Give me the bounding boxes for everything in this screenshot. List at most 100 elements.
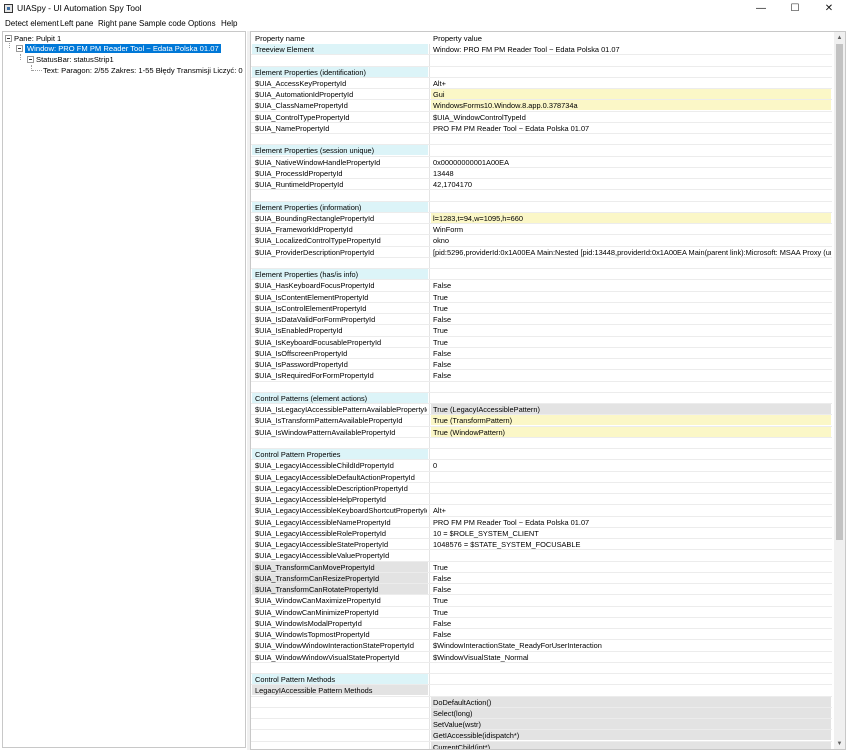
property-row[interactable]: $UIA_LocalizedControlTypePropertyId okno <box>251 235 832 247</box>
property-value: Alt+ <box>433 78 446 88</box>
close-button[interactable]: ✕ <box>812 0 846 17</box>
property-row[interactable]: $UIA_AutomationIdPropertyId Gui <box>251 89 832 101</box>
property-row[interactable]: $UIA_AccessKeyPropertyId Alt+ <box>251 78 832 89</box>
collapse-icon[interactable] <box>16 45 23 52</box>
property-row[interactable]: GetIAccessible(idispatch*) <box>251 730 832 742</box>
property-name: Control Pattern Properties <box>255 450 341 459</box>
menu-help[interactable]: Help <box>221 19 237 28</box>
collapse-icon[interactable] <box>5 35 12 42</box>
section-header-row[interactable]: Control Pattern Methods <box>251 674 832 686</box>
property-row[interactable]: $UIA_LegacyIAccessibleNamePropertyId PRO … <box>251 517 832 528</box>
property-row[interactable]: $UIA_IsEnabledPropertyId True <box>251 325 832 337</box>
property-row[interactable]: $UIA_WindowIsModalPropertyId False <box>251 618 832 629</box>
property-value: True (WindowPattern) <box>433 427 506 437</box>
section-header-row[interactable]: Element Properties (has/is info) <box>251 269 832 281</box>
tree-node-window[interactable]: Window: PRO FM PM Reader Tool ~ Edata Po… <box>16 43 221 54</box>
property-name: $UIA_IsTransformPatternAvailableProperty… <box>255 416 403 426</box>
menu-sample-code[interactable]: Sample code <box>139 19 186 28</box>
property-name: $UIA_LegacyIAccessibleChildIdPropertyId <box>255 461 394 471</box>
property-row[interactable]: $UIA_IsDataValidForFormPropertyId False <box>251 314 832 326</box>
element-tree-pane[interactable]: Pane: Pulpit 1 Window: PRO FM PM Reader … <box>2 31 246 748</box>
property-row[interactable]: $UIA_LegacyIAccessibleRolePropertyId 10 =… <box>251 528 832 539</box>
property-row[interactable]: $UIA_WindowWindowVisualStatePropertyId $W… <box>251 652 832 663</box>
property-row[interactable]: $UIA_ControlTypePropertyId $UIA_WindowCon… <box>251 112 832 123</box>
property-row[interactable]: $UIA_IsPasswordPropertyId False <box>251 359 832 371</box>
property-row[interactable]: $UIA_ProviderDescriptionPropertyId [pid:5… <box>251 247 832 258</box>
vertical-scrollbar[interactable]: ▲ ▼ <box>834 32 845 749</box>
collapse-icon[interactable] <box>27 56 34 63</box>
property-row[interactable]: $UIA_LegacyIAccessibleKeyboardShortcutPr… <box>251 505 832 517</box>
property-value: GetIAccessible(idispatch*) <box>433 731 520 741</box>
property-value: False <box>433 348 452 358</box>
property-row[interactable]: $UIA_ProcessIdPropertyId 13448 <box>251 168 832 179</box>
property-row[interactable] <box>251 55 832 67</box>
menu-options[interactable]: Options <box>188 19 216 28</box>
property-row[interactable]: $UIA_IsWindowPatternAvailablePropertyId T… <box>251 426 832 438</box>
menu-detect-element[interactable]: Detect element <box>5 19 59 28</box>
scroll-down-icon[interactable]: ▼ <box>834 738 845 749</box>
maximize-button[interactable]: ☐ <box>778 0 812 17</box>
property-row[interactable]: $UIA_NamePropertyId PRO FM PM Reader Tool… <box>251 123 832 134</box>
menu-right-pane[interactable]: Right pane <box>98 19 137 28</box>
section-header-row[interactable]: Element Properties (information) <box>251 201 832 213</box>
property-row[interactable]: $UIA_TransformCanMovePropertyId True <box>251 561 832 573</box>
property-row[interactable]: CurrentChild(int*) <box>251 741 832 749</box>
property-name: Element Properties (has/is info) <box>255 270 359 279</box>
property-row[interactable]: $UIA_BoundingRectanglePropertyId l=1283,t… <box>251 212 832 224</box>
property-row[interactable]: $UIA_IsOffscreenPropertyId False <box>251 348 832 359</box>
column-header-name[interactable]: Property name <box>255 34 305 43</box>
property-row[interactable] <box>251 134 832 146</box>
property-row[interactable]: $UIA_RuntimeIdPropertyId 42,1704170 <box>251 179 832 191</box>
property-row[interactable]: $UIA_LegacyIAccessibleStatePropertyId 104… <box>251 539 832 551</box>
property-row[interactable]: $UIA_WindowIsTopmostPropertyId False <box>251 629 832 641</box>
property-row[interactable]: $UIA_LegacyIAccessibleChildIdPropertyId 0 <box>251 460 832 472</box>
property-name: $UIA_WindowIsTopmostPropertyId <box>255 630 370 639</box>
property-row[interactable]: $UIA_IsContentElementPropertyId True <box>251 292 832 303</box>
scroll-up-icon[interactable]: ▲ <box>834 32 845 43</box>
property-row[interactable]: $UIA_WindowCanMaximizePropertyId True <box>251 595 832 607</box>
property-row[interactable]: $UIA_LegacyIAccessibleDefaultActionPrope… <box>251 472 832 483</box>
property-row[interactable] <box>251 190 832 202</box>
property-row[interactable]: $UIA_HasKeyboardFocusPropertyId False <box>251 280 832 292</box>
property-value: 10 = $ROLE_SYSTEM_CLIENT <box>433 528 539 538</box>
property-row[interactable]: $UIA_LegacyIAccessibleDescriptionPropert… <box>251 483 832 494</box>
section-header-row[interactable]: Control Patterns (element actions) <box>251 392 832 404</box>
property-value: 13448 <box>433 168 454 178</box>
menu-left-pane[interactable]: Left pane <box>60 19 93 28</box>
property-row[interactable]: $UIA_WindowCanMinimizePropertyId True <box>251 607 832 618</box>
property-row[interactable] <box>251 663 832 674</box>
section-header-row[interactable]: Control Pattern Properties <box>251 449 832 461</box>
property-row[interactable]: SetValue(wstr) <box>251 719 832 731</box>
minimize-button[interactable]: — <box>744 0 778 17</box>
scroll-thumb[interactable] <box>836 44 843 540</box>
section-header-row[interactable]: Element Properties (session unique) <box>251 145 832 157</box>
property-value: True <box>433 326 448 336</box>
section-header-row[interactable]: Element Properties (identification) <box>251 66 832 78</box>
property-row[interactable]: $UIA_IsLegacyIAccessiblePatternAvailable… <box>251 404 832 416</box>
property-row[interactable]: $UIA_IsControlElementPropertyId True <box>251 303 832 314</box>
property-name: $UIA_IsLegacyIAccessiblePatternAvailable… <box>255 405 427 414</box>
property-row[interactable]: $UIA_LegacyIAccessibleHelpPropertyId <box>251 494 832 506</box>
property-row[interactable]: LegacyIAccessible Pattern Methods <box>251 685 832 697</box>
property-row[interactable]: $UIA_NativeWindowHandlePropertyId 0x00000… <box>251 157 832 168</box>
property-row[interactable]: $UIA_LegacyIAccessibleValuePropertyId <box>251 550 832 562</box>
property-row[interactable]: $UIA_IsTransformPatternAvailableProperty… <box>251 415 832 427</box>
property-row[interactable]: $UIA_IsKeyboardFocusablePropertyId True <box>251 337 832 348</box>
property-name: Element Properties (identification) <box>255 67 366 77</box>
property-row[interactable] <box>251 382 832 393</box>
column-header-value[interactable]: Property value <box>433 34 482 43</box>
tree-node-text[interactable]: Text: Paragon: 2/55 Zakres: 1-55 Błędy T… <box>43 65 243 76</box>
property-row[interactable]: Treeview Element Window: PRO FM PM Reader… <box>251 44 832 56</box>
property-row[interactable]: Select(long) <box>251 707 832 719</box>
tree-node-statusbar[interactable]: StatusBar: statusStrip1 <box>27 54 114 65</box>
property-row[interactable]: $UIA_FrameworkIdPropertyId WinForm <box>251 224 832 236</box>
property-row[interactable] <box>251 438 832 449</box>
property-row[interactable]: $UIA_ClassNamePropertyId WindowsForms10.W… <box>251 100 832 112</box>
property-row[interactable]: $UIA_IsRequiredForFormPropertyId False <box>251 370 832 382</box>
property-row[interactable]: $UIA_TransformCanRotatePropertyId False <box>251 584 832 596</box>
property-row[interactable]: $UIA_TransformCanResizePropertyId False <box>251 572 832 584</box>
property-row[interactable]: DoDefaultAction() <box>251 696 832 708</box>
property-row[interactable] <box>251 258 832 269</box>
property-name: $UIA_AutomationIdPropertyId <box>255 90 354 99</box>
property-row[interactable]: $UIA_WindowWindowInteractionStatePropert… <box>251 640 832 652</box>
